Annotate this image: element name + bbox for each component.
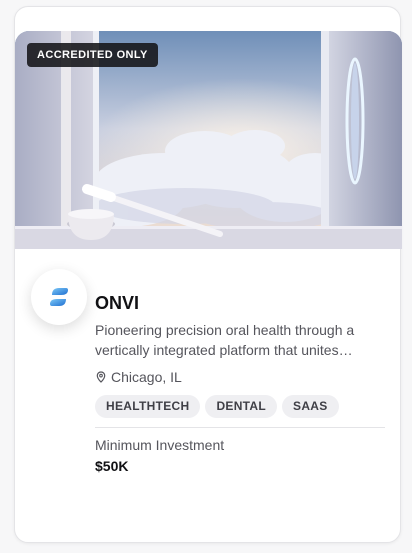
tag-saas[interactable]: SAAS [282, 395, 339, 418]
accredited-badge: ACCREDITED ONLY [27, 43, 158, 67]
map-pin-icon [96, 371, 106, 383]
company-logo [31, 269, 87, 325]
onvi-logo-icon [50, 288, 68, 306]
cover-image: ACCREDITED ONLY [15, 31, 402, 249]
company-description: Pioneering precision oral health through… [95, 322, 355, 358]
divider [95, 427, 385, 428]
company-location: Chicago, IL [95, 369, 182, 385]
min-investment-value: $50K [95, 458, 129, 474]
tag-dental[interactable]: DENTAL [205, 395, 278, 418]
company-name[interactable]: ONVI [95, 293, 139, 314]
location-text: Chicago, IL [111, 369, 182, 385]
tag-healthtech[interactable]: HEALTHTECH [95, 395, 201, 418]
min-investment-label: Minimum Investment [95, 437, 225, 453]
tag-list: HEALTHTECH DENTAL SAAS [95, 395, 339, 418]
company-card[interactable]: ACCREDITED ONLY ONVI Pioneering precisio… [14, 6, 402, 543]
